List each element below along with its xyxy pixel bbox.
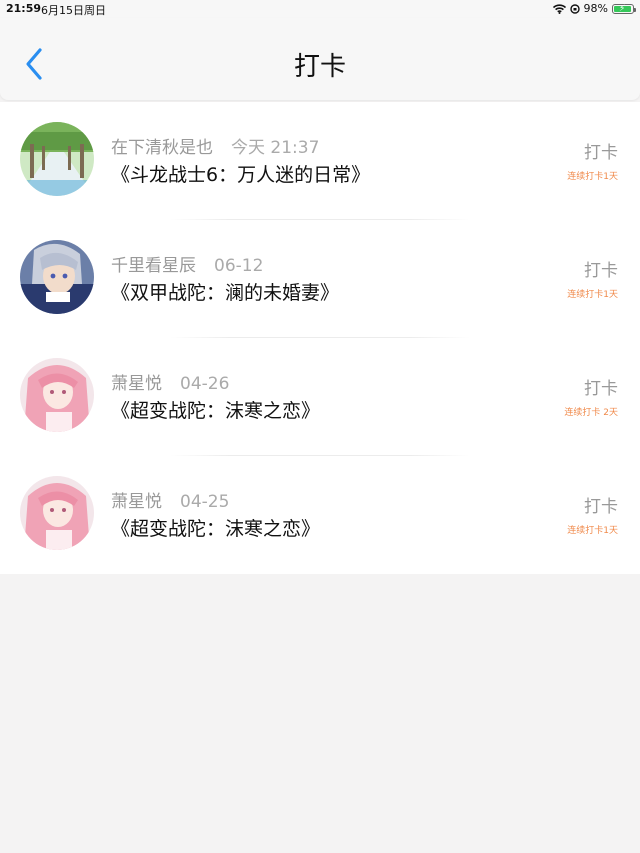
wifi-icon: [552, 3, 566, 14]
status-time: 21:59: [6, 2, 42, 15]
post-date: 04-25: [180, 492, 230, 512]
book-title[interactable]: 《超变战陀：沫寒之恋》: [111, 396, 320, 423]
post-date: 04-26: [180, 374, 230, 394]
avatar[interactable]: [20, 476, 94, 550]
checkin-button[interactable]: 打卡: [584, 138, 618, 163]
post-date: 06-12: [214, 256, 264, 276]
streak-text: 连续打卡1天: [567, 172, 618, 182]
meta-row: 千里看星辰 06-12: [111, 251, 263, 276]
streak-text: 连续打卡1天: [567, 290, 618, 300]
checkin-button[interactable]: 打卡: [584, 256, 618, 281]
avatar[interactable]: [20, 240, 94, 314]
status-bar: 21:59 6月15日周日 98% ⚡: [0, 0, 640, 18]
streak-text: 连续打卡 2天: [564, 408, 618, 418]
list-item: 萧星悦 04-25 《超变战陀：沫寒之恋》 打卡 连续打卡1天: [0, 456, 640, 574]
battery-percent: 98%: [583, 2, 608, 15]
battery-icon: ⚡: [612, 3, 636, 14]
avatar[interactable]: [20, 358, 94, 432]
user-name[interactable]: 萧星悦: [111, 374, 162, 394]
post-date: 今天 21:37: [231, 138, 320, 158]
navigation-bar: 打卡: [0, 18, 640, 100]
list-item: 千里看星辰 06-12 《双甲战陀：澜的未婚妻》 打卡 连续打卡1天: [0, 220, 640, 338]
page-title: 打卡: [293, 52, 346, 82]
checkin-button[interactable]: 打卡: [584, 492, 618, 517]
status-date: 6月15日周日: [41, 4, 106, 17]
book-title[interactable]: 《双甲战陀：澜的未婚妻》: [111, 278, 339, 305]
avatar[interactable]: [20, 122, 94, 196]
streak-text: 连续打卡1天: [567, 526, 618, 536]
rotation-lock-icon: [569, 3, 580, 14]
list-item: 萧星悦 04-26 《超变战陀：沫寒之恋》 打卡 连续打卡 2天: [0, 338, 640, 456]
user-name[interactable]: 萧星悦: [111, 492, 162, 512]
checkin-button[interactable]: 打卡: [584, 374, 618, 399]
status-indicators: 98% ⚡: [552, 2, 636, 15]
user-name[interactable]: 千里看星辰: [111, 256, 196, 276]
user-name[interactable]: 在下清秋是也: [111, 138, 213, 158]
book-title[interactable]: 《斗龙战士6：万人迷的日常》: [111, 160, 370, 187]
checkin-list: 在下清秋是也 今天 21:37 《斗龙战士6：万人迷的日常》 打卡 连续打卡1天 …: [0, 102, 640, 574]
meta-row: 萧星悦 04-25: [111, 487, 229, 512]
meta-row: 萧星悦 04-26: [111, 369, 229, 394]
meta-row: 在下清秋是也 今天 21:37: [111, 133, 319, 158]
book-title[interactable]: 《超变战陀：沫寒之恋》: [111, 514, 320, 541]
list-item: 在下清秋是也 今天 21:37 《斗龙战士6：万人迷的日常》 打卡 连续打卡1天: [0, 102, 640, 220]
